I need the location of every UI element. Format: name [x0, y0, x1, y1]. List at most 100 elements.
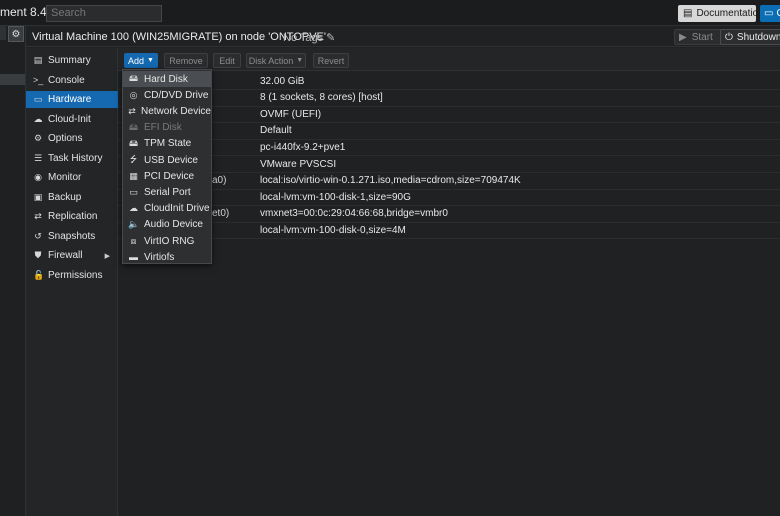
row-value: 8 (1 sockets, 8 cores) [host]	[260, 92, 383, 104]
row-value: OVMF (UEFI)	[260, 108, 322, 120]
sidebar-item-label: Options	[48, 133, 83, 144]
volume-icon: 🔈	[128, 219, 140, 230]
menu-item-virtio-rng[interactable]: ⧈ VirtIO RNG	[123, 233, 211, 249]
tags-label: No Tags	[283, 31, 324, 44]
create-vm-label: C	[776, 8, 780, 19]
table-row[interactable]: Default	[118, 123, 780, 140]
sidebar-item-firewall[interactable]: ⛊ Firewall ▶	[26, 247, 118, 264]
menu-item-label: PCI Device	[144, 170, 195, 182]
selected-tree-node[interactable]	[0, 74, 25, 85]
sidebar-item-label: Permissions	[48, 269, 103, 281]
sidebar-item-replication[interactable]: ⇄ Replication	[26, 208, 118, 225]
gear-icon[interactable]: ⚙	[8, 26, 24, 42]
cloud-icon: ☁	[33, 113, 43, 124]
table-row[interactable]: 32.00 GiB	[118, 73, 780, 90]
row-value: local:iso/virtio-win-0.1.271.iso,media=c…	[260, 175, 521, 187]
cdrom-icon: ◎	[129, 89, 138, 100]
vm-tags[interactable]: No Tags ✎	[283, 31, 335, 45]
table-row[interactable]: local-lvm:vm-100-disk-0,size=4M	[118, 222, 780, 240]
eye-icon: ◉	[34, 172, 42, 182]
power-icon: ⏻	[725, 31, 733, 43]
add-hardware-menu: 🖴 Hard Disk ◎ CD/DVD Drive ⇄ Network Device 🖴 E…	[122, 69, 212, 264]
table-row[interactable]: pc-i440fx-9.2+pve1	[118, 139, 780, 157]
vm-header: Virtual Machine 100 (WIN25MIGRATE) on no…	[26, 26, 780, 47]
pencil-icon[interactable]: ✎	[326, 31, 335, 44]
menu-item-label: Network Device	[140, 105, 211, 117]
documentation-button[interactable]: ▤ Documentation	[678, 5, 764, 22]
sidebar-item-snapshots[interactable]: ↺ Snapshots	[26, 228, 118, 245]
menu-item-label: VirtIO RNG	[144, 235, 195, 247]
menu-item-pci-device[interactable]: ▦ PCI Device	[123, 168, 211, 184]
sidebar-item-summary[interactable]: ▤ Summary	[26, 52, 118, 69]
sidebar-item-console[interactable]: >_ Console	[26, 72, 118, 89]
unlock-icon: 🔓	[33, 269, 45, 280]
row-value: VMware PVSCSI	[260, 158, 337, 170]
table-row[interactable]: et0) vmxnet3=00:0c:29:04:66:68,bridge=vmb…	[118, 206, 780, 223]
sidebar-item-label: Monitor	[48, 172, 82, 183]
network-icon: ⇄	[128, 105, 136, 116]
tpm-icon: 🖴	[128, 137, 139, 148]
row-value: local-lvm:vm-100-disk-1,size=90G	[260, 191, 411, 203]
table-row[interactable]: local-lvm:vm-100-disk-1,size=90G	[118, 189, 780, 207]
menu-item-label: TPM State	[144, 138, 192, 150]
view-selector[interactable]	[0, 26, 6, 40]
chevron-down-icon: ▼	[296, 57, 304, 64]
table-row[interactable]: OVMF (UEFI)	[118, 106, 780, 124]
play-icon: ▶	[679, 31, 687, 43]
rng-icon: ⧈	[130, 235, 137, 246]
menu-item-audio-device[interactable]: 🔈 Audio Device	[123, 217, 211, 233]
sidebar-item-monitor[interactable]: ◉ Monitor	[26, 169, 118, 186]
sidebar-item-backup[interactable]: ▣ Backup	[26, 189, 118, 206]
menu-item-cd-dvd-drive[interactable]: ◎ CD/DVD Drive	[123, 87, 211, 103]
disk-action-button[interactable]: Disk Action ▼	[246, 53, 306, 68]
hardware-toolbar: Add ▼ Remove Edit Disk Action ▼ Revert	[118, 48, 780, 71]
add-button[interactable]: Add ▼	[124, 53, 158, 68]
summary-icon: ▤	[33, 55, 43, 65]
sidebar-item-label: Firewall	[48, 250, 83, 261]
table-row[interactable]: a0) local:iso/virtio-win-0.1.271.iso,medi…	[118, 173, 780, 190]
book-icon: ▤	[683, 8, 693, 19]
table-row[interactable]: 8 (1 sockets, 8 cores) [host]	[118, 90, 780, 107]
menu-item-usb-device[interactable]: ⭍ USB Device	[123, 152, 211, 168]
menu-item-serial-port[interactable]: ▭ Serial Port	[123, 184, 211, 200]
hard-disk-icon: 🖴	[128, 73, 139, 83]
sidebar-item-label: Console	[48, 74, 85, 86]
sidebar-item-label: Summary	[48, 55, 91, 66]
sidebar-item-permissions[interactable]: 🔓 Permissions	[26, 267, 118, 284]
menu-item-cloudinit-drive[interactable]: ☁ CloudInit Drive	[123, 201, 211, 217]
search-input[interactable]: Search	[46, 5, 162, 22]
monitor-icon: ▭	[33, 94, 43, 104]
table-row[interactable]: VMware PVSCSI	[118, 156, 780, 173]
revert-button[interactable]: Revert	[313, 53, 349, 68]
menu-item-tpm-state[interactable]: 🖴 TPM State	[123, 136, 211, 152]
sidebar-item-cloud-init[interactable]: ☁ Cloud-Init	[26, 111, 118, 128]
cloud-icon: ☁	[129, 203, 138, 214]
menu-item-network-device[interactable]: ⇄ Network Device	[123, 103, 211, 119]
sidebar-item-label: Backup	[48, 191, 82, 203]
expand-arrow-icon[interactable]: ▶	[105, 252, 110, 260]
menu-item-label: CD/DVD Drive	[144, 89, 209, 101]
remove-button[interactable]: Remove	[164, 53, 208, 68]
list-icon: ☰	[33, 152, 43, 163]
sidebar-item-options[interactable]: ⚙ Options	[26, 130, 118, 147]
shutdown-button[interactable]: ⏻ Shutdown	[720, 29, 780, 45]
vm-title: Virtual Machine 100 (WIN25MIGRATE) on no…	[32, 31, 326, 43]
chevron-down-icon: ▼	[147, 57, 154, 64]
revert-label: Revert	[317, 55, 345, 66]
row-key: et0)	[212, 208, 230, 220]
edit-button[interactable]: Edit	[213, 53, 241, 68]
desktop-icon: ▭	[764, 8, 774, 19]
create-vm-button[interactable]: ▭ C	[760, 5, 780, 22]
menu-item-label: Serial Port	[144, 186, 191, 198]
remove-label: Remove	[169, 55, 203, 66]
documentation-label: Documentation	[696, 8, 764, 19]
disk-action-label: Disk Action	[248, 55, 294, 66]
menu-item-hard-disk[interactable]: 🖴 Hard Disk	[123, 71, 211, 87]
menu-item-label: USB Device	[144, 154, 198, 166]
terminal-icon: >_	[33, 75, 44, 85]
row-value: local-lvm:vm-100-disk-0,size=4M	[260, 224, 406, 236]
sidebar-item-hardware[interactable]: ▭ Hardware	[26, 91, 118, 108]
serial-port-icon: ▭	[129, 186, 138, 197]
menu-item-virtiofs[interactable]: ▬ Virtiofs	[123, 249, 211, 265]
sidebar-item-task-history[interactable]: ☰ Task History	[26, 150, 118, 167]
